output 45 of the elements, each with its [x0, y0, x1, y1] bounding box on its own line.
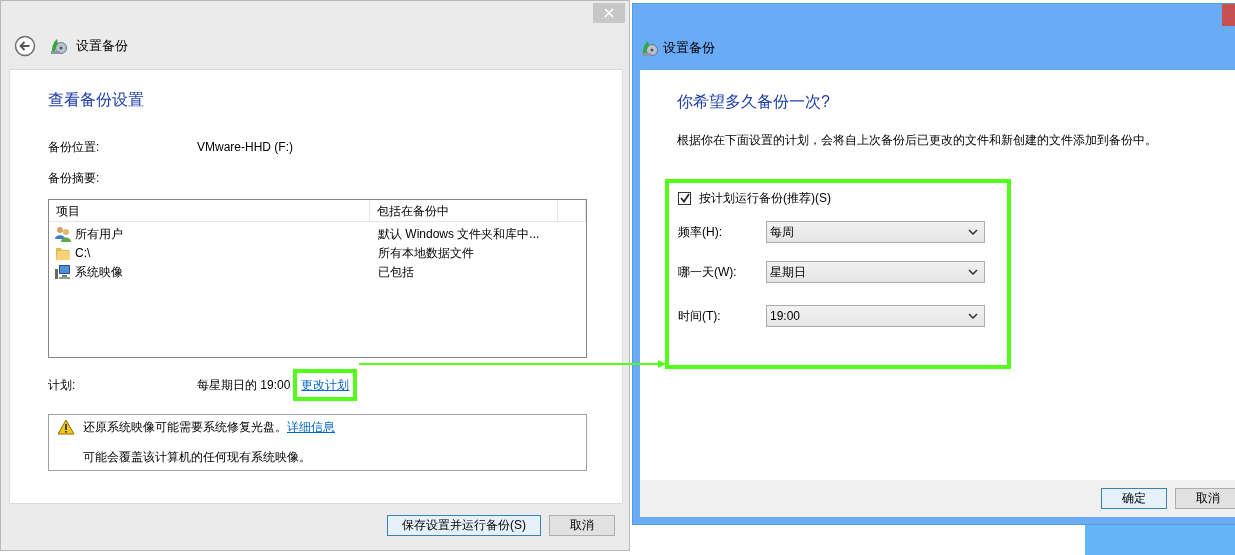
field-value: VMware-HHD (F:): [197, 139, 293, 156]
field-label: 哪一天(W):: [678, 264, 738, 281]
confirm-button[interactable]: 确定: [1101, 488, 1167, 509]
checkbox[interactable]: [678, 191, 691, 205]
dropdown[interactable]: 每周: [766, 221, 985, 243]
field-label: 频率(H):: [678, 224, 723, 241]
table-cell-text: 系统映像: [75, 263, 123, 281]
cancel-button[interactable]: 取消: [1175, 488, 1235, 509]
field-value: 每星期日的 19:00: [197, 377, 291, 394]
field-label: 备份摘要:: [48, 170, 101, 187]
computer-icon: [55, 263, 71, 280]
backup-icon: [641, 40, 659, 56]
warning-note: 可能会覆盖该计算机的任何现有系统映像。: [83, 449, 312, 466]
warning-message: 还原系统映像可能需要系统修复光盘。: [83, 419, 287, 436]
column-header: 包括在备份中: [376, 202, 450, 220]
table-cell-text: C:\: [75, 244, 91, 262]
field-label: 备份位置:: [48, 139, 101, 156]
field-label: 计划:: [48, 377, 77, 394]
change-schedule-link[interactable]: 更改计划: [301, 376, 350, 394]
confirm-button[interactable]: 保存设置并运行备份(S): [387, 514, 541, 536]
dropdown[interactable]: 19:00: [766, 305, 985, 327]
page-heading: 你希望多久备份一次?: [677, 92, 831, 112]
checkbox-label: 按计划运行备份(推荐)(S): [699, 190, 831, 207]
table-cell-text: 已包括: [378, 263, 414, 281]
caret-icon: [968, 229, 978, 235]
table-cell-text: 所有本地数据文件: [378, 244, 474, 262]
backup-icon: [50, 38, 68, 54]
check-icon: [679, 193, 690, 203]
table-cell-text: 默认 Windows 文件夹和库中...: [378, 225, 540, 243]
window-title: 设置备份: [76, 37, 128, 56]
users-icon: [55, 225, 71, 242]
details-link[interactable]: 详细信息: [287, 418, 335, 436]
dropdown[interactable]: 星期日: [766, 261, 985, 283]
caret-icon: [968, 313, 978, 319]
field-label: 时间(T):: [678, 308, 722, 325]
table-cell-text: 所有用户: [75, 225, 123, 243]
close-icon: [604, 8, 614, 18]
column-header: 项目: [55, 202, 81, 220]
page-heading: 查看备份设置: [48, 90, 145, 110]
cancel-button[interactable]: 取消: [549, 514, 615, 536]
warning-icon: [57, 419, 75, 435]
back-icon[interactable]: [14, 35, 36, 57]
description-text: 根据你在下面设置的计划，会将自上次备份后已更改的文件和新创建的文件添加到备份中。: [677, 132, 1158, 149]
caret-icon: [968, 269, 978, 275]
window-title: 设置备份: [663, 39, 715, 58]
